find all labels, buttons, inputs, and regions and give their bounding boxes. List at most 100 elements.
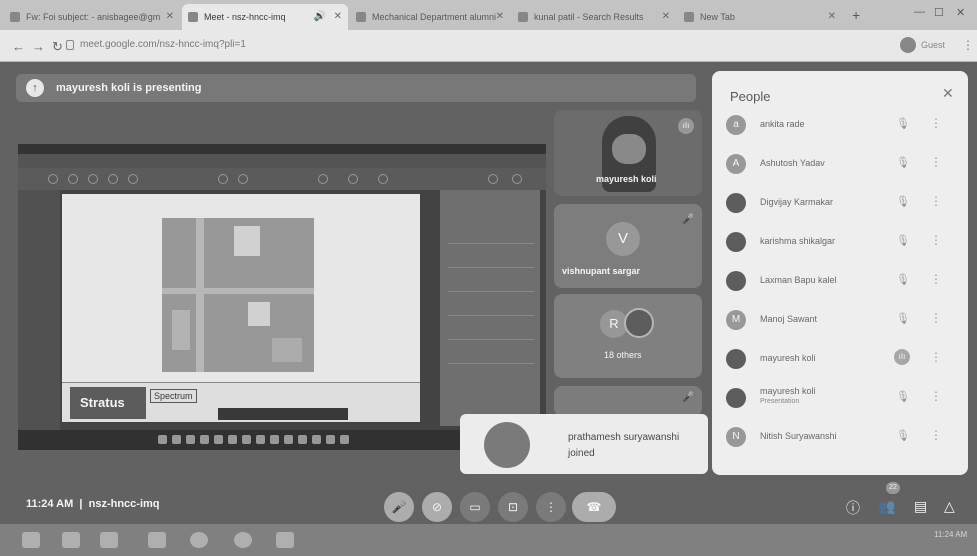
camera-toggle-button[interactable]: ⊘ bbox=[422, 492, 452, 522]
captions-button[interactable]: ▭ bbox=[460, 492, 490, 522]
participant-row[interactable]: N Nitish Suryawanshi 🎙 ⋮ bbox=[712, 417, 968, 455]
more-options-icon[interactable]: ⋮ bbox=[930, 311, 942, 325]
browser-menu-icon[interactable]: ⋮ bbox=[962, 38, 974, 52]
app-icon[interactable] bbox=[276, 532, 294, 548]
tool-icon bbox=[48, 174, 58, 184]
others-tile[interactable]: R 18 others bbox=[554, 294, 702, 378]
more-options-icon[interactable]: ⋮ bbox=[930, 155, 942, 169]
tool-icon bbox=[238, 174, 248, 184]
more-options-icon[interactable]: ⋮ bbox=[930, 389, 942, 403]
tab-gmail[interactable]: Fw: Foi subject: - anisbagee@gm ✕ bbox=[4, 4, 180, 30]
more-options-button[interactable]: ⋮ bbox=[536, 492, 566, 522]
shared-window-titlebar bbox=[18, 144, 546, 154]
tool-icon bbox=[88, 174, 98, 184]
tab-label: New Tab bbox=[700, 12, 735, 22]
more-options-icon[interactable]: ⋮ bbox=[930, 194, 942, 208]
more-options-icon[interactable]: ⋮ bbox=[930, 272, 942, 286]
windows-start-icon[interactable] bbox=[22, 532, 40, 548]
avatar: A bbox=[726, 154, 746, 174]
participant-name: karishma shikalgar bbox=[760, 236, 836, 246]
mic-off-icon: 🎤 bbox=[682, 392, 695, 403]
app-icon[interactable] bbox=[190, 532, 208, 548]
tab-new[interactable]: New Tab ✕ bbox=[678, 4, 842, 30]
edge-icon[interactable] bbox=[62, 532, 80, 548]
maximize-icon[interactable]: ☐ bbox=[934, 6, 944, 19]
tab-label: Meet - nsz-hncc-imq bbox=[204, 12, 286, 22]
os-taskbar: 11:24 AM bbox=[0, 524, 977, 556]
mic-off-icon: 🎙 bbox=[896, 157, 910, 169]
mic-off-icon: 🎙 bbox=[896, 313, 910, 325]
participant-row[interactable]: karishma shikalgar 🎙 ⋮ bbox=[712, 222, 968, 260]
close-tab-icon[interactable]: ✕ bbox=[166, 11, 174, 22]
chrome-icon[interactable] bbox=[234, 532, 252, 548]
lock-icon bbox=[66, 40, 74, 50]
close-window-icon[interactable]: ✕ bbox=[956, 6, 965, 19]
new-tab-button[interactable]: + bbox=[852, 7, 860, 23]
new-tab-favicon-icon bbox=[684, 12, 694, 22]
tab-search[interactable]: kunal patil - Search Results ✕ bbox=[512, 4, 676, 30]
avatar bbox=[726, 349, 746, 369]
close-icon[interactable]: ✕ bbox=[942, 85, 954, 102]
mic-toggle-button[interactable]: 🎤 bbox=[384, 492, 414, 522]
tool-icon bbox=[128, 174, 138, 184]
present-button[interactable]: ⊡ bbox=[498, 492, 528, 522]
participant-name: ankita rade bbox=[760, 119, 805, 129]
close-tab-icon[interactable]: ✕ bbox=[334, 11, 342, 22]
avatar bbox=[726, 232, 746, 252]
system-clock: 11:24 AM bbox=[934, 530, 968, 539]
people-icon[interactable]: 👥 bbox=[878, 498, 895, 515]
meeting-details-icon[interactable]: ⓘ bbox=[846, 498, 860, 518]
participant-row[interactable]: a ankita rade 🎙 ⋮ bbox=[712, 105, 968, 143]
tile-name: vishnupant sargar bbox=[562, 266, 641, 276]
participant-tile[interactable]: 🎤 V vishnupant sargar bbox=[554, 204, 702, 288]
participant-row[interactable]: A Ashutosh Yadav 🎙 ⋮ bbox=[712, 144, 968, 182]
tab-label: kunal patil - Search Results bbox=[534, 12, 644, 22]
office-icon[interactable] bbox=[148, 532, 166, 548]
more-options-icon[interactable]: ⋮ bbox=[930, 350, 942, 364]
close-tab-icon[interactable]: ✕ bbox=[828, 11, 836, 22]
tool-icon bbox=[318, 174, 328, 184]
participant-name: Nitish Suryawanshi bbox=[760, 431, 837, 441]
participant-row[interactable]: Digvijay Karmakar 🎙 ⋮ bbox=[712, 183, 968, 221]
participant-row[interactable]: M Manoj Sawant 🎙 ⋮ bbox=[712, 300, 968, 338]
mic-off-icon: 🎙 bbox=[896, 274, 910, 286]
avatar bbox=[726, 193, 746, 213]
tab-alumni[interactable]: Mechanical Department alumni ✕ bbox=[350, 4, 510, 30]
tool-icon bbox=[108, 174, 118, 184]
back-icon[interactable]: ← bbox=[12, 39, 25, 54]
profile-label[interactable]: Guest bbox=[921, 40, 945, 50]
presenting-text: mayuresh koli is presenting bbox=[56, 82, 202, 94]
speaking-indicator-icon: ıIı bbox=[894, 349, 910, 365]
meet-stage: ↑ mayuresh koli is presenting Stratus Sp… bbox=[0, 62, 977, 524]
participant-row[interactable]: Laxman Bapu kalel 🎙 ⋮ bbox=[712, 261, 968, 299]
tab-meet[interactable]: Meet - nsz-hncc-imq 🔊 ✕ bbox=[182, 4, 348, 30]
tool-icon bbox=[348, 174, 358, 184]
more-options-icon[interactable]: ⋮ bbox=[930, 116, 942, 130]
mic-off-icon: 🎙 bbox=[896, 430, 910, 442]
more-options-icon[interactable]: ⋮ bbox=[930, 233, 942, 247]
participant-tile-video[interactable]: mayuresh koli ıIı bbox=[554, 110, 702, 196]
site-map-image bbox=[162, 218, 314, 372]
participant-name: mayuresh koli bbox=[760, 386, 816, 396]
close-tab-icon[interactable]: ✕ bbox=[662, 11, 670, 22]
forward-icon[interactable]: → bbox=[32, 39, 45, 54]
close-tab-icon[interactable]: ✕ bbox=[496, 11, 504, 22]
end-call-button[interactable]: ☎ bbox=[572, 492, 616, 522]
minimize-icon[interactable]: — bbox=[914, 6, 925, 18]
more-options-icon[interactable]: ⋮ bbox=[930, 428, 942, 442]
stratus-logo: Stratus bbox=[70, 387, 146, 419]
meeting-time: 11:24 AM bbox=[26, 498, 74, 510]
profile-avatar-icon[interactable] bbox=[900, 37, 916, 53]
chat-icon[interactable]: ▤ bbox=[914, 498, 927, 515]
avatar bbox=[484, 422, 530, 468]
activities-icon[interactable]: △ bbox=[944, 498, 955, 515]
tab-favicon-icon bbox=[356, 12, 366, 22]
tool-icon bbox=[378, 174, 388, 184]
participant-row[interactable]: mayuresh koli ıIı ⋮ bbox=[712, 339, 968, 377]
reload-icon[interactable]: ↻ bbox=[52, 39, 63, 55]
file-explorer-icon[interactable] bbox=[100, 532, 118, 548]
participant-tile[interactable]: 🎤 bbox=[554, 386, 702, 416]
gmail-icon bbox=[10, 12, 20, 22]
url-field[interactable]: meet.google.com/nsz-hncc-imq?pli=1 bbox=[80, 39, 246, 50]
participant-row[interactable]: mayuresh koli Presentation 🎙 ⋮ bbox=[712, 378, 968, 416]
